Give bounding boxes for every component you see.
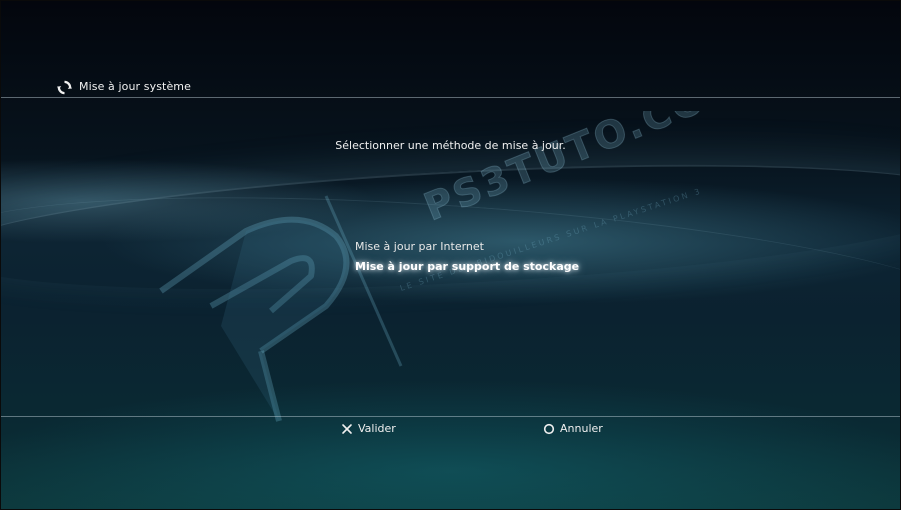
cancel-button-hint[interactable]: Annuler [543, 422, 603, 435]
menu-item-internet-update[interactable]: Mise à jour par Internet [355, 240, 579, 260]
cancel-label: Annuler [560, 422, 603, 435]
confirm-label: Valider [358, 422, 396, 435]
page-title: Mise à jour système [79, 80, 191, 93]
background-wave [1, 143, 900, 311]
watermark-brand: PS3TUTO.COM [418, 111, 751, 229]
header-divider [1, 97, 900, 98]
update-method-menu: Mise à jour par Internet Mise à jour par… [355, 240, 579, 280]
confirm-button-hint[interactable]: Valider [341, 422, 396, 435]
system-update-icon [57, 80, 72, 95]
cross-button-icon [342, 423, 352, 434]
footer-divider [1, 416, 900, 417]
circle-button-icon [543, 423, 555, 434]
menu-item-storage-media-update[interactable]: Mise à jour par support de stockage [355, 260, 579, 280]
instruction-text: Sélectionner une méthode de mise à jour. [335, 139, 566, 152]
ps3-screen: PS3TUTO.COM LE SITE DES BIDOUILLEURS SUR… [0, 0, 901, 510]
